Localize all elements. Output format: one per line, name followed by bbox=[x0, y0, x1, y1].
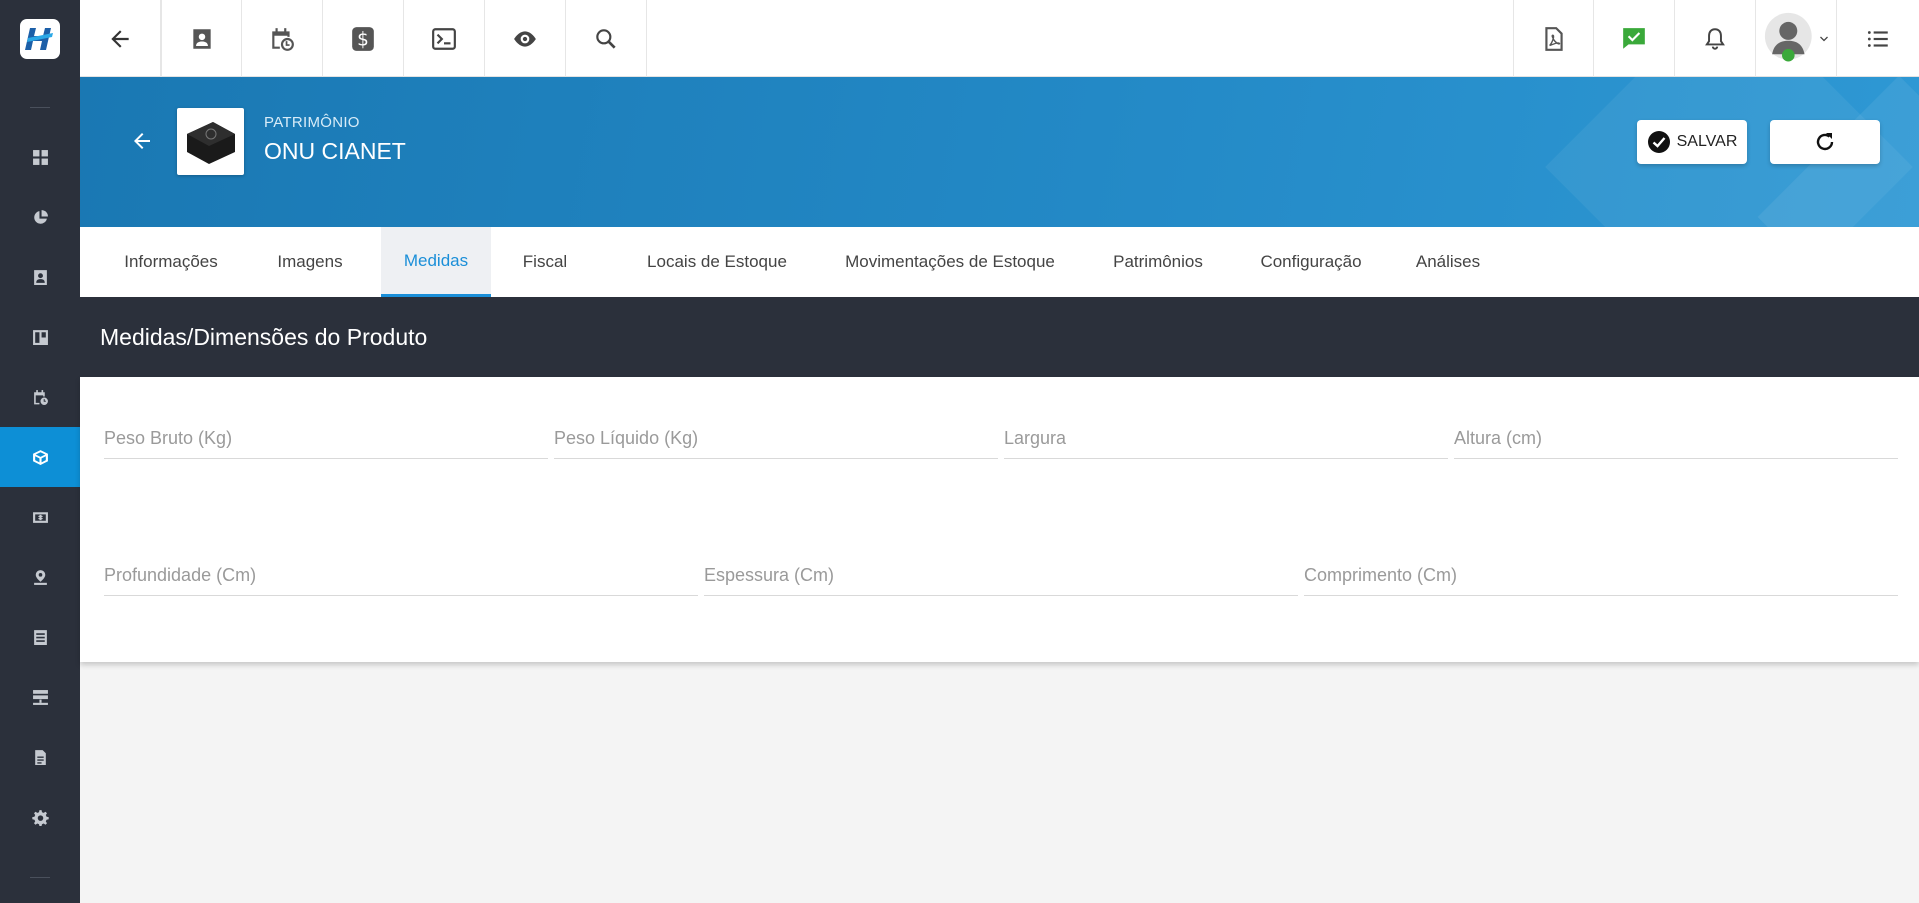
tab-informacoes[interactable]: Informações bbox=[108, 227, 234, 297]
product-image bbox=[177, 108, 244, 175]
save-button-label: SALVAR bbox=[1676, 133, 1738, 150]
notifications-button[interactable] bbox=[1675, 0, 1756, 77]
espessura-input[interactable] bbox=[704, 556, 1298, 594]
tab-patrimonios[interactable]: Patrimônios bbox=[1098, 227, 1218, 297]
sidebar-item-board[interactable] bbox=[0, 307, 80, 367]
package-icon bbox=[32, 449, 48, 465]
refresh-icon bbox=[1816, 133, 1834, 151]
logo-icon bbox=[20, 18, 60, 59]
dashboard-icon bbox=[32, 149, 48, 165]
sidebar-item-network[interactable] bbox=[0, 667, 80, 727]
app-logo[interactable] bbox=[0, 0, 80, 77]
tab-bar: Informações Imagens Medidas Fiscal Locai… bbox=[80, 227, 1919, 297]
section-header: Medidas/Dimensões do Produto bbox=[80, 297, 1919, 377]
checked-message-icon bbox=[1623, 27, 1645, 49]
user-menu-button[interactable] bbox=[1756, 0, 1837, 77]
sidebar-item-reports[interactable] bbox=[0, 187, 80, 247]
terminal-button[interactable] bbox=[404, 0, 485, 77]
check-circle-icon bbox=[1647, 131, 1670, 153]
sidebar-item-documents[interactable] bbox=[0, 607, 80, 667]
espessura-field bbox=[704, 556, 1298, 596]
sidebar-item-files[interactable] bbox=[0, 727, 80, 787]
schedule-button[interactable] bbox=[242, 0, 323, 77]
sidebar-item-contacts[interactable] bbox=[0, 247, 80, 307]
tab-locais-de-estoque[interactable]: Locais de Estoque bbox=[630, 227, 804, 297]
product-header: PATRIMÔNIO ONU CIANET SALVAR bbox=[80, 77, 1919, 227]
sidebar-item-locations[interactable] bbox=[0, 547, 80, 607]
server-icon bbox=[32, 689, 48, 705]
tab-movimentacoes-de-estoque[interactable]: Movimentações de Estoque bbox=[832, 227, 1068, 297]
sidebar-item-settings[interactable] bbox=[0, 787, 80, 847]
view-button[interactable] bbox=[485, 0, 566, 77]
comprimento-field bbox=[1304, 556, 1898, 596]
comprimento-input[interactable] bbox=[1304, 556, 1898, 594]
tab-imagens[interactable]: Imagens bbox=[268, 227, 352, 297]
list-document-icon bbox=[33, 629, 47, 645]
contacts-button[interactable] bbox=[161, 0, 242, 77]
money-icon bbox=[32, 511, 48, 523]
main-menu-button[interactable] bbox=[1837, 0, 1918, 77]
terminal-icon bbox=[432, 27, 456, 50]
calendar-clock-icon bbox=[272, 27, 294, 51]
dollar-icon: $ bbox=[352, 26, 374, 51]
sidebar-item-finance[interactable] bbox=[0, 487, 80, 547]
measurements-form bbox=[80, 377, 1919, 662]
tab-configuracao[interactable]: Configuração bbox=[1249, 227, 1373, 297]
back-arrow-icon[interactable] bbox=[130, 129, 154, 153]
back-button[interactable] bbox=[80, 0, 161, 77]
largura-input[interactable] bbox=[1004, 419, 1448, 457]
peso-bruto-input[interactable] bbox=[104, 419, 548, 457]
finance-button[interactable]: $ bbox=[323, 0, 404, 77]
altura-input[interactable] bbox=[1454, 419, 1898, 457]
largura-field bbox=[1004, 419, 1448, 459]
section-title: Medidas/Dimensões do Produto bbox=[100, 324, 428, 350]
page-title: ONU CIANET bbox=[264, 138, 406, 164]
contact-card-icon bbox=[192, 28, 211, 49]
peso-liquido-input[interactable] bbox=[554, 419, 998, 457]
board-icon bbox=[32, 329, 48, 345]
sidebar-item-dashboard[interactable] bbox=[0, 127, 80, 187]
profundidade-field bbox=[104, 556, 698, 596]
pdf-button[interactable] bbox=[1513, 0, 1594, 77]
tab-medidas[interactable]: Medidas bbox=[381, 227, 491, 297]
breadcrumb: PATRIMÔNIO bbox=[264, 114, 360, 131]
profundidade-input[interactable] bbox=[104, 556, 698, 594]
sidebar-divider bbox=[30, 107, 50, 108]
tab-analises[interactable]: Análises bbox=[1404, 227, 1492, 297]
refresh-button[interactable] bbox=[1770, 120, 1880, 164]
messages-button[interactable] bbox=[1594, 0, 1675, 77]
sidebar-divider bbox=[30, 877, 50, 878]
menu-list-icon bbox=[1867, 30, 1888, 47]
sidebar bbox=[0, 0, 80, 903]
svg-text:$: $ bbox=[357, 29, 369, 50]
save-button[interactable]: SALVAR bbox=[1637, 120, 1747, 164]
top-toolbar: $ bbox=[80, 0, 1919, 77]
eye-icon bbox=[514, 30, 536, 47]
tab-fiscal[interactable]: Fiscal bbox=[510, 227, 580, 297]
pdf-icon bbox=[1544, 26, 1563, 51]
sidebar-item-schedule[interactable] bbox=[0, 367, 80, 427]
map-pin-icon bbox=[33, 569, 47, 585]
user-avatar bbox=[1764, 12, 1812, 61]
bell-icon bbox=[1705, 27, 1725, 50]
sidebar-item-products[interactable] bbox=[0, 427, 80, 487]
altura-field bbox=[1454, 419, 1898, 459]
contact-card-icon bbox=[33, 269, 47, 285]
calendar-clock-icon bbox=[33, 389, 48, 405]
search-icon bbox=[596, 28, 616, 49]
peso-liquido-field bbox=[554, 419, 998, 459]
peso-bruto-field bbox=[104, 419, 548, 459]
gear-icon bbox=[31, 809, 49, 826]
back-arrow-icon bbox=[111, 29, 129, 48]
pie-chart-icon bbox=[33, 209, 48, 224]
file-icon bbox=[34, 749, 46, 765]
chevron-down-icon bbox=[1820, 36, 1828, 42]
search-button[interactable] bbox=[566, 0, 647, 77]
